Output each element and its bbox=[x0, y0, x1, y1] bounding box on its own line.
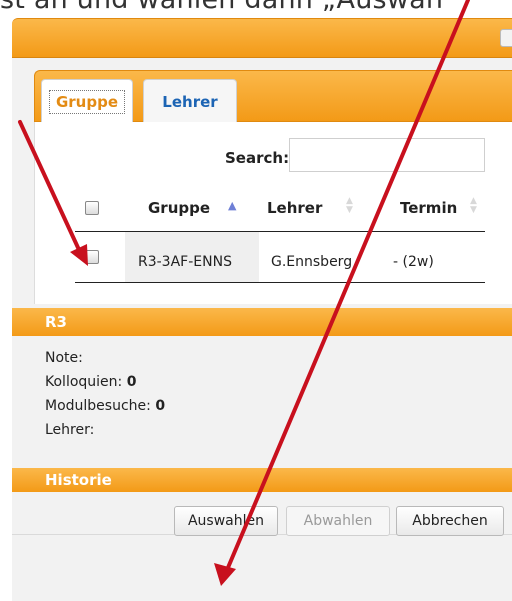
dialog-title-bar bbox=[12, 18, 512, 58]
kolloquien-value: 0 bbox=[126, 374, 137, 390]
modulbesuche-line: Modulbesuche: 0 bbox=[45, 398, 165, 414]
row-cell-lehrer[interactable]: G.Ennsberg bbox=[271, 254, 352, 270]
tab-gruppe[interactable]: Gruppe bbox=[41, 79, 133, 123]
sort-ascending-icon[interactable]: ▲ bbox=[228, 200, 236, 211]
historie-header: Historie bbox=[12, 468, 512, 492]
tab-bar: Gruppe Lehrer bbox=[34, 70, 512, 123]
row-cell-termin[interactable]: - (2w) bbox=[393, 254, 434, 270]
title-bar-button[interactable] bbox=[500, 29, 512, 47]
column-header-gruppe[interactable]: Gruppe bbox=[148, 199, 210, 217]
button-pane bbox=[12, 534, 512, 601]
column-header-lehrer[interactable]: Lehrer bbox=[267, 199, 322, 217]
tab-gruppe-label: Gruppe bbox=[48, 89, 126, 114]
sort-both-icon[interactable]: ▲ ▼ bbox=[470, 197, 477, 215]
table-bottom-border bbox=[75, 282, 485, 283]
tab-lehrer[interactable]: Lehrer bbox=[143, 79, 237, 123]
lehrer-label: Lehrer: bbox=[45, 422, 95, 438]
tab-lehrer-label: Lehrer bbox=[162, 92, 218, 111]
sort-both-icon[interactable]: ▲ ▼ bbox=[346, 197, 353, 215]
column-header-termin[interactable]: Termin bbox=[400, 199, 457, 217]
abbrechen-button[interactable]: Abbrechen bbox=[396, 506, 504, 536]
kolloquien-label: Kolloquien: bbox=[45, 374, 123, 390]
note-label: Note: bbox=[45, 350, 83, 366]
tab-panel-gruppe: Search: Gruppe ▲ Lehrer ▲ ▼ Termin ▲ ▼ R3-… bbox=[34, 122, 512, 304]
row-checkbox[interactable] bbox=[85, 250, 99, 264]
modulbesuche-label: Modulbesuche: bbox=[45, 398, 151, 414]
abwahlen-button[interactable]: Abwahlen bbox=[286, 506, 390, 536]
search-label: Search: bbox=[225, 149, 290, 167]
row-cell-gruppe[interactable]: R3-3AF-ENNS bbox=[138, 254, 232, 270]
details-body: Note: Kolloquien: 0 Modulbesuche: 0 Lehr… bbox=[12, 336, 512, 466]
kolloquien-line: Kolloquien: 0 bbox=[45, 374, 136, 390]
details-header: R3 bbox=[12, 308, 512, 336]
select-all-checkbox[interactable] bbox=[85, 201, 99, 215]
auswahlen-button[interactable]: Auswahlen bbox=[174, 506, 278, 536]
search-input[interactable] bbox=[289, 138, 485, 172]
instruction-text: st an und wählen dann „Auswäh bbox=[0, 0, 512, 20]
modulbesuche-value: 0 bbox=[155, 398, 166, 414]
